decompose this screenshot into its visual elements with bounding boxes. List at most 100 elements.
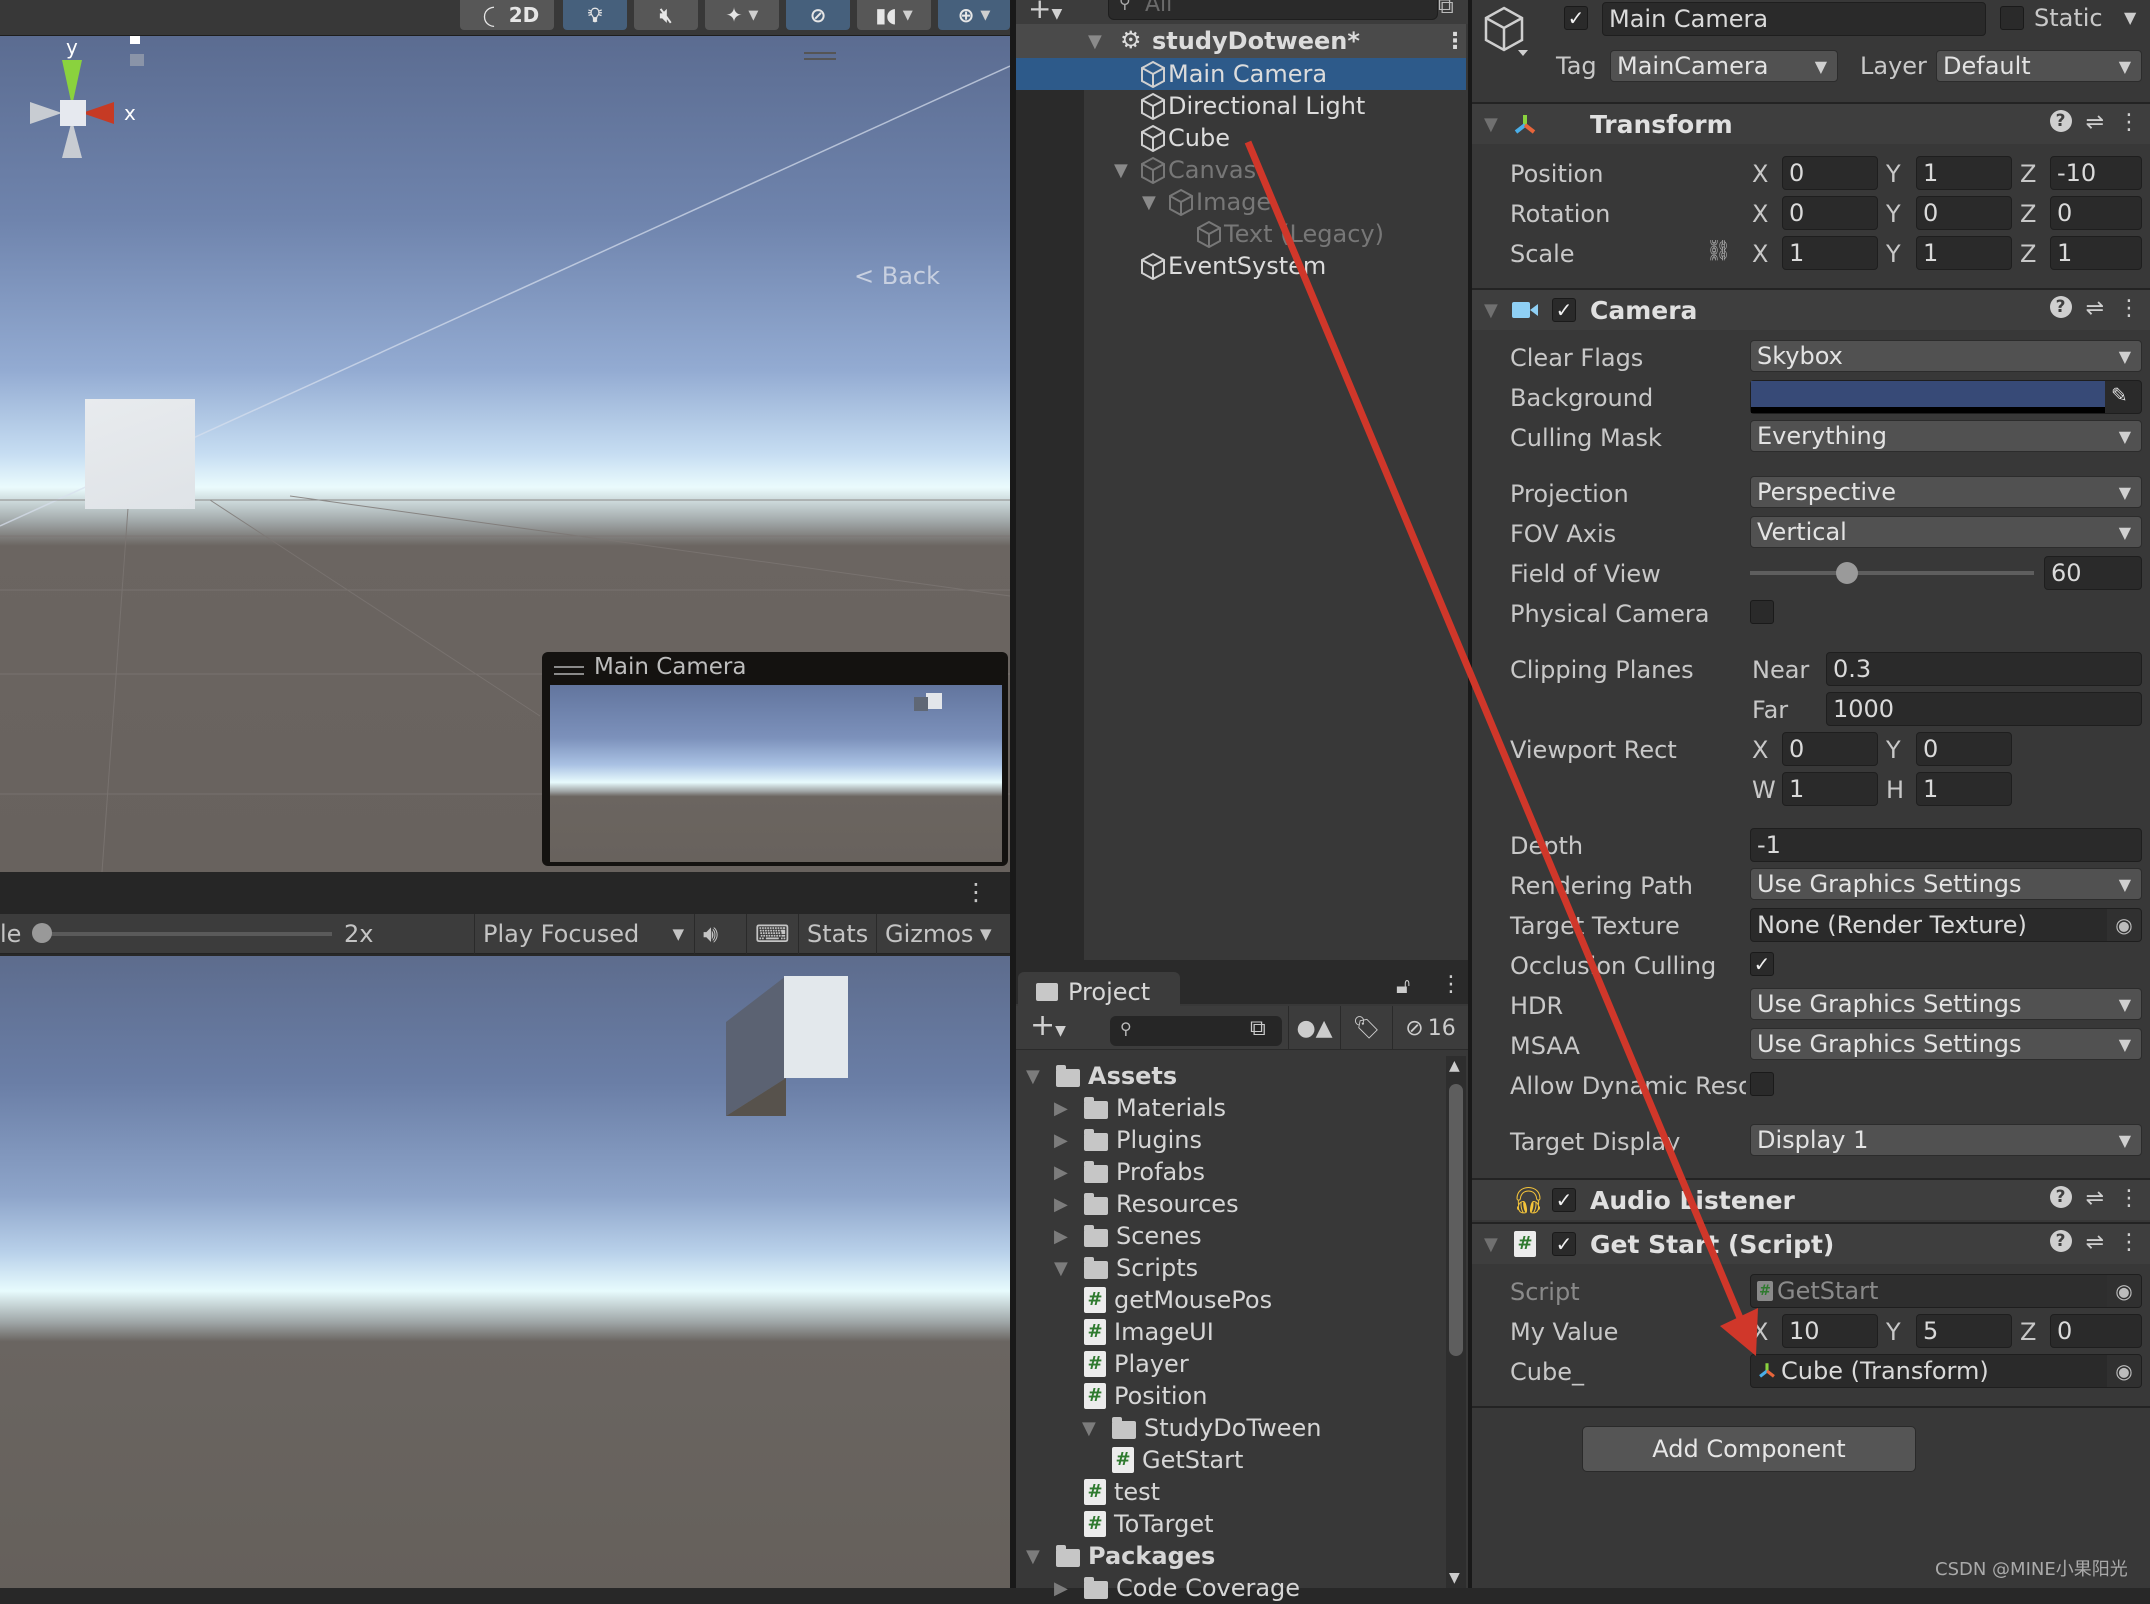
viewport-h-input[interactable]: 1 (1916, 772, 2012, 806)
static-dropdown-icon[interactable]: ▼ (2124, 8, 2136, 27)
scale-z-input[interactable]: 1 (2050, 236, 2142, 270)
expand-arrow-icon[interactable]: ▼ (1082, 1418, 1096, 1439)
layer-dropdown[interactable]: Default ▼ (1936, 50, 2142, 82)
project-item[interactable]: ▶ Resources (1016, 1188, 1436, 1220)
collapse-arrow-icon[interactable]: ▶ (1054, 1130, 1068, 1151)
gizmos-button[interactable]: Gizmos (876, 914, 981, 954)
expand-arrow-icon[interactable]: ▼ (1026, 1546, 1040, 1567)
physical-camera-checkbox[interactable] (1750, 600, 1774, 624)
far-clip-input[interactable]: 1000 (1826, 692, 2142, 726)
clear-flags-dropdown[interactable]: Skybox ▼ (1750, 340, 2142, 372)
scrollbar-thumb[interactable] (1449, 1084, 1463, 1356)
camera-toggle[interactable]: ▮◖ ▼ (857, 0, 931, 30)
position-x-input[interactable]: 0 (1782, 156, 1878, 190)
collapse-arrow-icon[interactable]: ▼ (1484, 300, 1498, 321)
viewport-y-input[interactable]: 0 (1916, 732, 2012, 766)
neg-x-axis-cone[interactable] (30, 102, 62, 124)
position-z-input[interactable]: -10 (2050, 156, 2142, 190)
project-item[interactable]: ▶ Materials (1016, 1092, 1436, 1124)
hierarchy-item[interactable]: Cube (1016, 122, 1466, 154)
game-view[interactable] (0, 956, 1010, 1588)
expand-arrow-icon[interactable]: ▼ (1114, 160, 1128, 181)
hierarchy-item[interactable]: Text (Legacy) (1016, 218, 1466, 250)
maximize-icon[interactable]: ⧉ (1438, 0, 1454, 19)
cube-object[interactable] (85, 399, 195, 509)
position-y-input[interactable]: 1 (1916, 156, 2012, 190)
more-menu-icon[interactable]: ⋮ (2118, 110, 2140, 135)
lock-icon[interactable] (130, 54, 144, 66)
hidden-packages-button[interactable]: ⊘ 16 (1392, 1006, 1468, 1050)
expand-arrow-icon[interactable]: ▼ (1026, 1066, 1040, 1087)
drag-handle-icon[interactable] (554, 666, 584, 675)
audio-toggle[interactable]: 🔇︎ (634, 0, 698, 30)
add-object-button[interactable]: +▼ (1028, 0, 1062, 25)
collapse-arrow-icon[interactable]: ▶ (1054, 1194, 1068, 1215)
background-color-field[interactable]: ✎ (1750, 380, 2142, 414)
color-swatch[interactable] (1751, 381, 2105, 407)
collapse-arrow-icon[interactable]: ▶ (1054, 1578, 1068, 1599)
stats-button[interactable]: Stats (798, 914, 876, 954)
object-name-input[interactable]: Main Camera (1602, 2, 1986, 36)
back-button[interactable]: < Back (854, 262, 940, 290)
collapse-arrow-icon[interactable]: ▶ (1054, 1162, 1068, 1183)
transform-component-header[interactable]: ▼ Transform ? ⇌ ⋮ (1472, 102, 2150, 144)
rendering-path-dropdown[interactable]: Use Graphics Settings ▼ (1750, 868, 2142, 900)
object-picker-icon[interactable]: ◉ (2107, 909, 2141, 941)
hierarchy-item[interactable]: ▼ Image (1016, 186, 1466, 218)
hierarchy-item[interactable]: EventSystem (1016, 250, 1466, 282)
hierarchy-item[interactable]: ▼ Canvas (1016, 154, 1466, 186)
expand-arrow-icon[interactable]: ▼ (1054, 1258, 1068, 1279)
constrain-proportions-icon[interactable]: ⛓ (1706, 238, 1731, 262)
help-icon[interactable]: ? (2049, 1186, 2072, 1208)
culling-mask-dropdown[interactable]: Everything ▼ (1750, 420, 2142, 452)
2d-toggle[interactable]: 2D (494, 0, 554, 30)
hierarchy-item[interactable]: Main Camera (1016, 58, 1466, 90)
cube-transform-field[interactable]: Cube (Transform) ◉ (1750, 1354, 2142, 1388)
rotation-x-input[interactable]: 0 (1782, 196, 1878, 230)
mute-audio-button[interactable]: 🔊︎ (694, 914, 746, 954)
project-item[interactable]: # test (1016, 1476, 1436, 1508)
scroll-down-icon[interactable]: ▼ (1449, 1570, 1460, 1586)
rotation-y-input[interactable]: 0 (1916, 196, 2012, 230)
project-scrollbar[interactable]: ▲ ▼ (1446, 1056, 1466, 1588)
visibility-toggle[interactable]: ⊘ (786, 0, 850, 30)
object-picker-icon[interactable]: ◉ (2107, 1355, 2141, 1387)
camera-enabled-checkbox[interactable]: ✓ (1552, 298, 1576, 322)
presets-icon[interactable]: ⇌ (2086, 296, 2104, 321)
collapse-arrow-icon[interactable]: ▶ (1054, 1226, 1068, 1247)
help-icon[interactable]: ? (2049, 1230, 2072, 1252)
active-checkbox[interactable]: ✓ (1564, 6, 1588, 30)
cube-object[interactable] (784, 976, 848, 1078)
orientation-gizmo[interactable]: y x (0, 36, 160, 186)
collapse-arrow-icon[interactable]: ▼ (1484, 114, 1498, 135)
presets-icon[interactable]: ⇌ (2086, 1186, 2104, 1211)
rotation-z-input[interactable]: 0 (2050, 196, 2142, 230)
static-checkbox[interactable] (2000, 6, 2024, 30)
project-item[interactable]: # ImageUI (1016, 1316, 1436, 1348)
target-display-dropdown[interactable]: Display 1 ▼ (1750, 1124, 2142, 1156)
project-item[interactable]: # ToTarget (1016, 1508, 1436, 1540)
fov-input[interactable]: 60 (2044, 556, 2142, 590)
viewport-w-input[interactable]: 1 (1782, 772, 1878, 806)
scale-x-input[interactable]: 1 (1782, 236, 1878, 270)
fov-axis-dropdown[interactable]: Vertical ▼ (1750, 516, 2142, 548)
audio-listener-enabled-checkbox[interactable]: ✓ (1552, 1188, 1576, 1212)
project-item[interactable]: ▼ Packages (1016, 1540, 1436, 1572)
project-item[interactable]: ▼ Scripts (1016, 1252, 1436, 1284)
project-item[interactable]: ▶ Profabs (1016, 1156, 1436, 1188)
scale-slider-handle[interactable] (32, 923, 52, 943)
search-by-label-button[interactable]: 🏷︎ (1340, 1006, 1392, 1050)
msaa-dropdown[interactable]: Use Graphics Settings ▼ (1750, 1028, 2142, 1060)
gizmos-toggle[interactable]: ⊕ ▼ (938, 0, 1010, 30)
help-icon[interactable]: ? (2049, 296, 2072, 318)
lock-icon[interactable]: 🔓︎ (1396, 974, 1410, 999)
add-component-button[interactable]: Add Component (1582, 1426, 1916, 1472)
scroll-up-icon[interactable]: ▲ (1449, 1058, 1460, 1074)
expand-arrow-icon[interactable]: ▼ (1142, 192, 1156, 213)
x-axis-cone[interactable] (82, 102, 114, 124)
project-item[interactable]: ▶ Scenes (1016, 1220, 1436, 1252)
scale-y-input[interactable]: 1 (1916, 236, 2012, 270)
lighting-toggle[interactable]: 💡︎ (563, 0, 627, 30)
y-axis-cone[interactable] (62, 60, 82, 106)
more-menu-icon[interactable]: ⋮ (2118, 1186, 2140, 1211)
